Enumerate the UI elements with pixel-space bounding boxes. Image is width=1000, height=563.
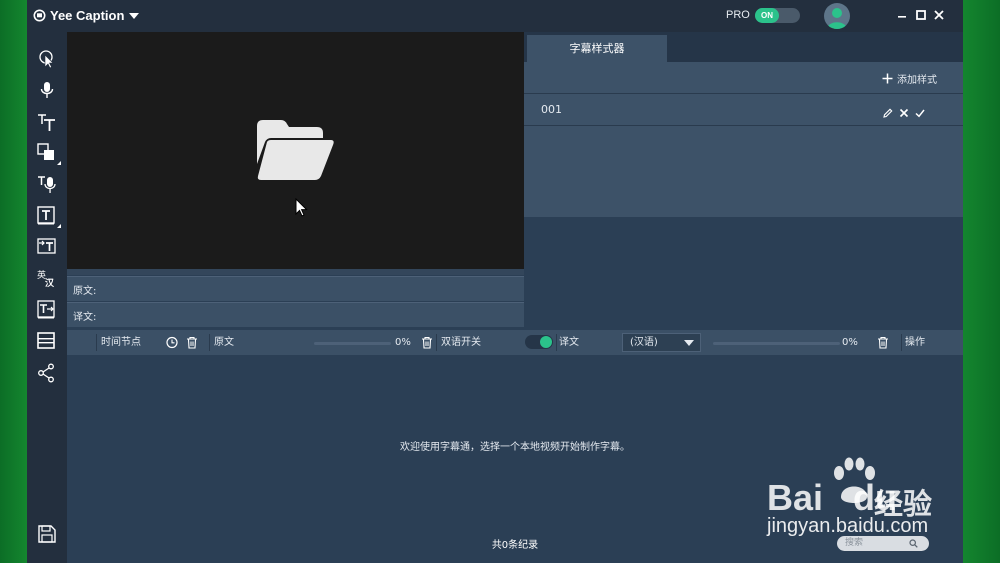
subtitle-table-header: 时间节点 原文 0% 双语开关 译文 (汉语) 0% 操作 [67, 330, 963, 355]
pencil-icon [883, 108, 893, 118]
column-time-node: 时间节点 [101, 337, 141, 348]
pointer-icon [39, 50, 54, 69]
trash-icon[interactable] [421, 336, 433, 349]
caret-down-icon [684, 340, 694, 346]
text-box-icon [37, 206, 55, 225]
translate-text-bottom: 汉 [45, 279, 55, 289]
translation-progress-text: 0% [842, 337, 858, 348]
share-icon [38, 363, 54, 383]
translation-text-row[interactable]: 译文: [67, 302, 524, 327]
pro-toggle-state: ON [755, 8, 779, 23]
style-list: 添加样式 001 [524, 62, 963, 217]
open-folder-icon[interactable] [255, 118, 335, 182]
title-bar: Yee Caption PRO ON [27, 0, 963, 32]
text-box-tool[interactable] [37, 206, 61, 228]
source-progress-text: 0% [395, 337, 411, 348]
minimize-icon[interactable] [895, 8, 909, 22]
text-import-tool[interactable] [37, 237, 57, 257]
column-source: 原文 [214, 337, 234, 348]
plus-icon [882, 73, 893, 83]
translate-tool[interactable]: 英 汉 [37, 268, 57, 289]
pro-label: PRO [726, 9, 750, 21]
tool-caret [57, 224, 61, 228]
column-divider [96, 334, 97, 351]
source-text-row[interactable]: 原文: [67, 276, 524, 301]
save-tool[interactable] [37, 524, 57, 544]
subtitle-style-panel: 字幕样式器 添加样式 001 [524, 32, 963, 329]
welcome-message: 欢迎使用字幕通，选择一个本地视频开始制作字幕。 [400, 442, 630, 453]
close-icon [899, 108, 909, 118]
maximize-icon[interactable] [914, 8, 928, 22]
style-row[interactable]: 001 [524, 94, 963, 125]
text-voice-tool[interactable] [37, 174, 57, 194]
pointer-tool[interactable] [37, 49, 57, 69]
translation-text-label: 译文: [73, 312, 97, 323]
clock-icon[interactable] [166, 336, 178, 349]
language-select-value: (汉语) [630, 337, 658, 348]
source-text-label: 原文: [73, 286, 97, 297]
text-size-icon [38, 114, 55, 131]
film-strip-icon [37, 332, 55, 349]
watermark-url: jingyan.baidu.com [767, 515, 929, 537]
tool-caret [57, 161, 61, 165]
app-title: Yee Caption [50, 8, 125, 23]
style-row-actions [883, 103, 925, 118]
translation-progress-bar [713, 342, 840, 345]
add-style-label: 添加样式 [897, 74, 937, 86]
close-icon[interactable] [932, 8, 946, 22]
paw-logo-icon [834, 457, 875, 503]
video-preview[interactable] [67, 32, 524, 269]
share-tool[interactable] [37, 363, 57, 383]
desktop-background-right [962, 0, 1000, 563]
column-divider [556, 334, 557, 351]
pro-toggle[interactable]: ON [755, 8, 800, 23]
tab-subtitle-styler[interactable]: 字幕样式器 [527, 35, 667, 62]
text-import-icon [37, 238, 56, 254]
column-divider [436, 334, 437, 351]
delete-button[interactable] [899, 103, 909, 118]
user-icon [827, 8, 847, 29]
film-strip-tool[interactable] [37, 331, 57, 351]
trash-icon[interactable] [186, 336, 198, 349]
style-name: 001 [541, 103, 562, 116]
desktop-background-left [0, 0, 27, 563]
language-select[interactable]: (汉语) [622, 333, 701, 352]
chevron-down-icon[interactable] [127, 10, 141, 22]
divider [524, 125, 963, 126]
text-size-tool[interactable] [37, 112, 57, 132]
bilingual-toggle-knob [540, 336, 552, 348]
check-icon [915, 109, 925, 118]
add-style-button[interactable]: 添加样式 [882, 70, 937, 86]
column-actions: 操作 [905, 337, 925, 348]
column-divider [209, 334, 210, 351]
preview-timeline-bar[interactable] [67, 269, 524, 275]
bilingual-toggle[interactable] [525, 335, 553, 349]
baidu-watermark: Bai du 经验 jingyan.baidu.com [767, 457, 947, 543]
style-tab-strip: 字幕样式器 [524, 32, 963, 62]
source-progress-bar [314, 342, 391, 345]
microphone-icon [40, 82, 54, 98]
shape-tool[interactable] [37, 143, 61, 165]
apply-button[interactable] [915, 103, 925, 118]
shape-icon [37, 143, 54, 160]
app-logo-icon [33, 9, 46, 22]
edit-button[interactable] [883, 103, 893, 118]
text-export-tool[interactable] [37, 300, 57, 320]
record-tool[interactable] [37, 80, 57, 100]
trash-icon[interactable] [877, 336, 889, 349]
save-icon [38, 525, 56, 543]
left-toolbar: 英 汉 [27, 32, 67, 563]
mouse-cursor-icon [295, 198, 308, 217]
text-export-icon [37, 300, 55, 319]
user-avatar[interactable] [824, 3, 850, 29]
column-translation: 译文 [559, 337, 579, 348]
text-voice-icon [38, 176, 56, 193]
column-divider [901, 334, 902, 351]
column-bilingual-switch: 双语开关 [441, 337, 481, 348]
